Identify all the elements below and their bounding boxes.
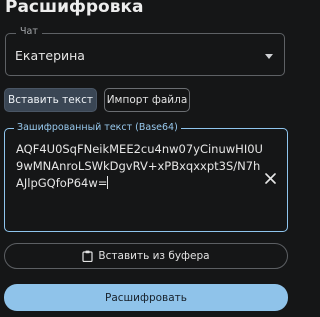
cipher-text-field[interactable]: Зашифрованный текст (Base64) AQF4U0SqFNe…	[4, 122, 288, 232]
cipher-text-label: Зашифрованный текст (Base64)	[14, 122, 181, 133]
chat-select-value: Екатерина	[15, 48, 85, 63]
decrypt-button[interactable]: Расшифровать	[4, 284, 288, 311]
chat-select-label: Чат	[16, 26, 42, 37]
cipher-text-value[interactable]: AQF4U0SqFNeikMEE2cu4nw07yCinuwHI0U9wMNAn…	[16, 141, 264, 192]
close-icon[interactable]	[265, 173, 276, 184]
paste-button-label: Вставить из буфера	[98, 250, 210, 262]
paste-from-clipboard-button[interactable]: Вставить из буфера	[4, 243, 288, 269]
clipboard-icon	[82, 250, 94, 262]
page-title: Расшифровка	[5, 0, 144, 17]
chevron-down-icon[interactable]	[265, 54, 273, 59]
decrypt-button-label: Расшифровать	[105, 291, 187, 304]
text-caret	[107, 176, 109, 189]
cipher-text-content: AQF4U0SqFNeikMEE2cu4nw07yCinuwHI0U9wMNAn…	[16, 142, 263, 190]
tab-import-file[interactable]: Импорт файла	[104, 88, 190, 112]
tab-paste-text[interactable]: Вставить текст	[4, 88, 97, 112]
chat-select[interactable]: Чат Екатерина	[5, 26, 285, 76]
